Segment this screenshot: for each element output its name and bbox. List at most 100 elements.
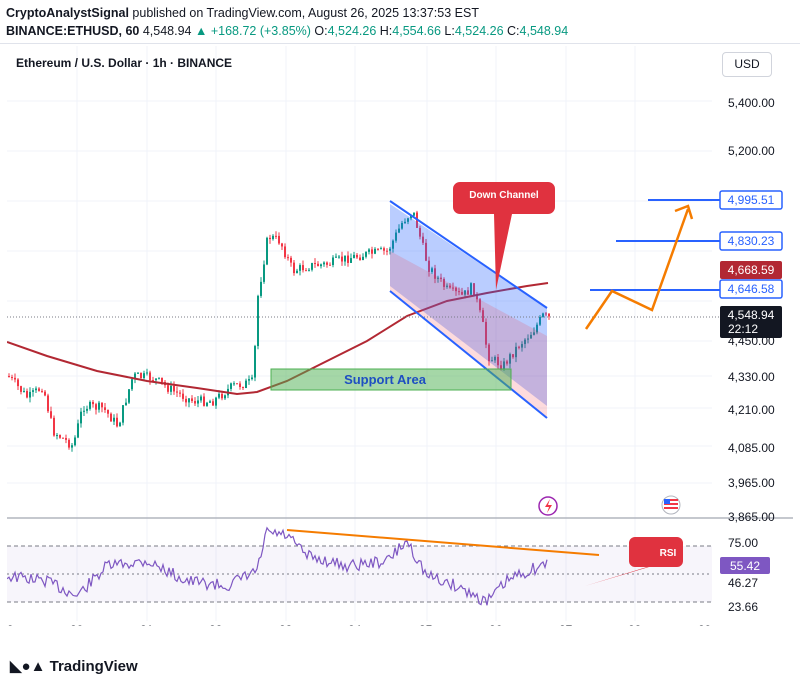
candle-body xyxy=(170,385,172,392)
candle-body xyxy=(143,373,145,379)
candle-body xyxy=(245,380,247,389)
candle-body xyxy=(317,263,319,267)
candle-body xyxy=(383,248,385,251)
candle-body xyxy=(230,383,232,389)
candle-body xyxy=(17,379,19,387)
candle-body xyxy=(263,264,265,282)
candle-body xyxy=(248,379,250,381)
last-price-value: 4,548.94 xyxy=(728,308,775,322)
candle-body xyxy=(131,379,133,390)
candle-body xyxy=(206,402,208,406)
candle-body xyxy=(338,256,340,258)
candle-body xyxy=(302,265,304,271)
candle-body xyxy=(56,435,58,437)
candle-body xyxy=(149,372,151,381)
ohlc-line: BINANCE:ETHUSD, 60 4,548.94 ▲ +168.72 (+… xyxy=(6,24,568,38)
lightning-event-icon[interactable] xyxy=(538,496,558,516)
down-channel-label: Down Channel xyxy=(469,190,539,201)
open-value: 4,524.26 xyxy=(327,24,377,38)
tradingview-brand: TradingView xyxy=(49,658,138,675)
candle-body xyxy=(104,407,106,410)
candle-body xyxy=(59,435,61,438)
candle-body xyxy=(161,377,163,382)
candle-body xyxy=(89,401,91,409)
candle-body xyxy=(236,383,238,385)
candle-body xyxy=(266,237,268,265)
candle-body xyxy=(155,378,157,381)
candle-body xyxy=(257,295,259,347)
candle-body xyxy=(311,263,313,270)
candle-body xyxy=(359,257,361,261)
candle-body xyxy=(32,390,34,392)
currency-button[interactable]: USD xyxy=(722,52,772,77)
candle-body xyxy=(167,385,169,392)
candle-body xyxy=(242,387,244,389)
candle-body xyxy=(341,256,343,262)
price-tag-target1: 4,995.51 xyxy=(719,190,783,210)
tradingview-logo[interactable]: ◣●▲ TradingView xyxy=(10,657,138,675)
target3-value: 4,646.58 xyxy=(728,282,775,296)
candle-body xyxy=(68,439,70,448)
chart-canvas: Support Area Down Channel RSI 5,400.00 5… xyxy=(7,46,793,626)
candle-body xyxy=(233,383,235,385)
candle-body xyxy=(116,417,118,427)
screenshot-frame: CryptoAnalystSignal published on Trading… xyxy=(0,0,800,683)
candle-body xyxy=(122,405,124,423)
candle-body xyxy=(83,410,85,412)
candle-body xyxy=(281,243,283,247)
us-flag-event-icon[interactable] xyxy=(661,495,681,515)
candle-body xyxy=(269,237,271,240)
last-price: 4,548.94 xyxy=(142,24,192,38)
ma-value: 4,668.59 xyxy=(728,263,775,277)
candle-body xyxy=(47,395,49,412)
candle-body xyxy=(35,388,37,391)
candle-body xyxy=(182,393,184,399)
candle-body xyxy=(26,390,28,398)
candle-body xyxy=(29,391,31,398)
low-value: 4,524.26 xyxy=(454,24,504,38)
candle-body xyxy=(548,313,550,317)
candle-body xyxy=(365,251,367,257)
high-value: 4,554.66 xyxy=(392,24,441,38)
projection-path[interactable] xyxy=(584,208,690,330)
candle-body xyxy=(158,377,160,379)
candle-body xyxy=(305,270,307,272)
candle-body xyxy=(125,402,127,406)
candle-body xyxy=(77,423,79,438)
candle-body xyxy=(53,417,55,436)
candle-body xyxy=(71,445,73,448)
projection-arrowhead xyxy=(674,204,694,220)
symbol-label: BINANCE:ETHUSD, 60 xyxy=(6,24,140,38)
high-label: H: xyxy=(379,24,393,38)
candle-body xyxy=(287,257,289,259)
candle-body xyxy=(23,390,25,392)
time-tick: 26 xyxy=(489,623,503,626)
candle-body xyxy=(113,417,115,422)
chart-symbol-title[interactable]: Ethereum / U.S. Dollar · 1h · BINANCE xyxy=(16,56,232,70)
time-tick: 25 xyxy=(419,623,433,626)
price-tick: 3,965.00 xyxy=(728,476,775,490)
candle-body xyxy=(14,377,16,380)
candle-body xyxy=(353,254,355,259)
publisher-name[interactable]: CryptoAnalystSignal xyxy=(6,6,129,20)
candle-body xyxy=(95,404,97,410)
candle-body xyxy=(347,255,349,263)
chart-area[interactable]: Support Area Down Channel RSI 5,400.00 5… xyxy=(7,46,793,626)
candle-body xyxy=(308,269,310,271)
candle-body xyxy=(239,383,241,388)
candle-body xyxy=(110,413,112,422)
rsi-tick: 46.27 xyxy=(728,576,758,590)
candle-body xyxy=(179,392,181,394)
time-axis[interactable]: 9 20 21 22 23 24 25 26 27 28 29 xyxy=(7,623,712,626)
rsi-value-tag: 55.42 xyxy=(720,557,770,574)
time-tick: 28 xyxy=(628,623,642,626)
publish-line: CryptoAnalystSignal published on Trading… xyxy=(6,6,479,20)
candle-body xyxy=(413,212,415,216)
candle-body xyxy=(224,395,226,399)
candle-body xyxy=(344,255,346,262)
price-tick: 3,865.00 xyxy=(728,510,775,524)
rsi-axis[interactable]: 75.00 46.27 23.66 xyxy=(728,536,758,614)
candle-body xyxy=(140,372,142,379)
price-change: ▲ +168.72 (+3.85%) xyxy=(195,24,311,38)
published-text: published on TradingView.com, August 26,… xyxy=(132,6,479,20)
